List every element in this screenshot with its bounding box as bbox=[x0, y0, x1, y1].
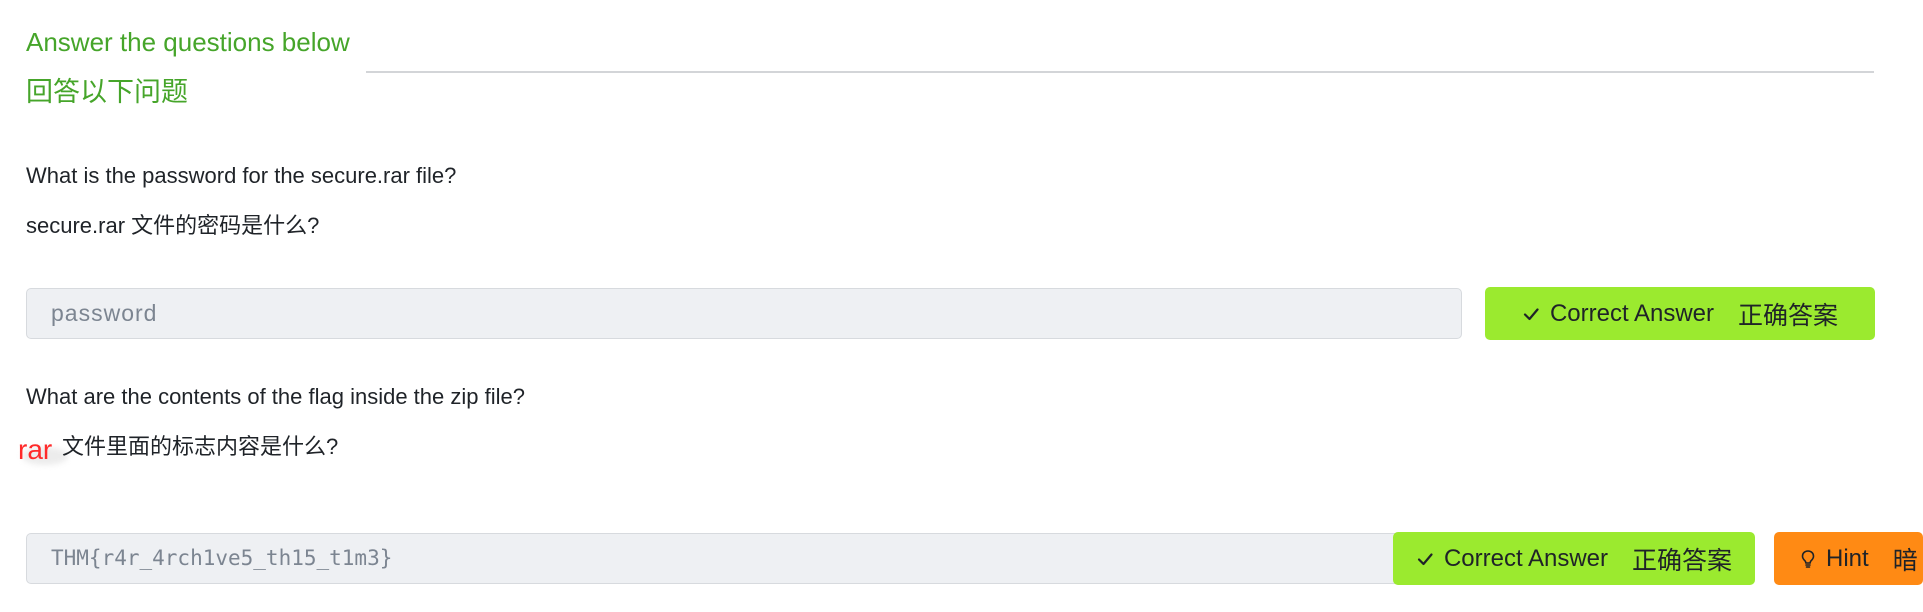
task-questions-panel: Answer the questions below 回答以下问题 What i… bbox=[0, 0, 1923, 612]
correct-answer-label: Correct Answer bbox=[1443, 544, 1609, 572]
question-2-text: What are the contents of the flag inside… bbox=[26, 384, 525, 409]
section-heading: Answer the questions below bbox=[26, 27, 350, 57]
check-icon bbox=[1522, 305, 1540, 323]
question-2-correct-answer-button[interactable]: Correct Answer 正确答案 bbox=[1393, 532, 1755, 585]
hint-label-translation: 暗 bbox=[1892, 546, 1918, 575]
correct-answer-label-translation: 正确答案 bbox=[1738, 301, 1839, 330]
question-2-hint-button[interactable]: Hint 暗 bbox=[1774, 532, 1923, 585]
correct-answer-label-translation: 正确答案 bbox=[1632, 546, 1733, 575]
annotation-overlay-text: rar bbox=[18, 434, 53, 465]
question-1-translation: secure.rar 文件的密码是什么? bbox=[26, 213, 320, 238]
question-2-answer-input[interactable]: THM{r4r_4rch1ve5_th15_t1m3} bbox=[26, 533, 1462, 584]
question-1-correct-answer-button[interactable]: Correct Answer 正确答案 bbox=[1485, 287, 1875, 340]
lightbulb-icon bbox=[1800, 549, 1816, 569]
hint-label: Hint bbox=[1826, 544, 1869, 572]
question-1-answer-input[interactable]: password bbox=[26, 288, 1462, 339]
check-icon bbox=[1416, 550, 1434, 568]
correct-answer-label: Correct Answer bbox=[1549, 299, 1715, 327]
heading-divider bbox=[366, 71, 1874, 73]
section-heading-translation: 回答以下问题 bbox=[26, 77, 188, 107]
question-1-text: What is the password for the secure.rar … bbox=[26, 163, 457, 188]
question-2-translation: 文件里面的标志内容是什么? bbox=[62, 434, 339, 459]
